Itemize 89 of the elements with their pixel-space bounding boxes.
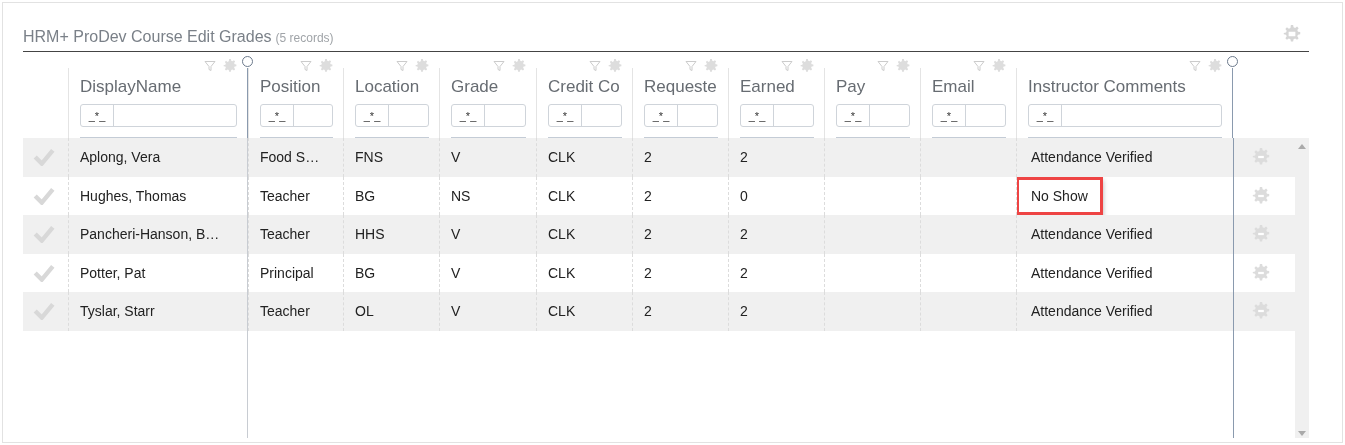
settings-icon[interactable] — [415, 59, 429, 73]
filter-field[interactable]: _*_ — [451, 104, 526, 127]
filter-icon[interactable] — [300, 60, 312, 72]
column-header[interactable]: Location — [355, 77, 420, 100]
row-select-cell[interactable] — [23, 215, 68, 254]
filter-icon[interactable] — [396, 60, 408, 72]
resize-handle[interactable] — [242, 56, 253, 67]
check-icon[interactable] — [33, 302, 55, 321]
table-cell: Tyslar, Starr — [68, 292, 248, 331]
table-cell: CLK — [536, 138, 632, 177]
scroll-up-icon[interactable] — [1298, 144, 1306, 149]
column-header[interactable]: Pay — [836, 77, 866, 100]
column-header[interactable]: Credit Co — [548, 77, 620, 100]
filter-icon[interactable] — [973, 60, 985, 72]
settings-icon[interactable] — [800, 59, 814, 73]
settings-icon[interactable] — [1208, 59, 1222, 73]
table-cell: Teacher — [248, 292, 343, 331]
filter-field[interactable]: _*_ — [260, 104, 333, 127]
filter-icon[interactable] — [589, 60, 601, 72]
column-header[interactable]: Instructor Comments — [1028, 77, 1186, 100]
comment-text: Attendance Verified — [1030, 225, 1154, 245]
settings-icon[interactable] — [896, 59, 910, 73]
settings-icon[interactable] — [1252, 302, 1270, 321]
comment-text: Attendance Verified — [1030, 148, 1154, 168]
highlighted-comment: No Show — [1017, 176, 1103, 215]
settings-icon[interactable] — [223, 59, 237, 73]
filter-field[interactable]: _*_ — [1028, 104, 1222, 127]
scroll-down-icon[interactable] — [1298, 431, 1306, 436]
table-cell: HHS — [343, 215, 439, 254]
check-icon[interactable] — [33, 225, 55, 244]
table-cell: FNS — [343, 138, 439, 177]
check-icon[interactable] — [33, 263, 55, 282]
column-header[interactable]: Position — [260, 77, 321, 100]
settings-icon[interactable] — [512, 59, 526, 73]
comment-text: Attendance Verified — [1030, 263, 1154, 283]
column-header[interactable]: Requeste — [644, 77, 717, 100]
table-cell: Potter, Pat — [68, 253, 248, 292]
check-icon[interactable] — [33, 148, 55, 167]
record-count: (5 records) — [275, 31, 334, 45]
settings-icon[interactable] — [704, 59, 718, 73]
row-select-cell[interactable] — [23, 138, 68, 177]
table-cell: 2 — [728, 138, 824, 177]
filter-icon[interactable] — [493, 60, 505, 72]
grid-title: HRM+ ProDev Course Edit Grades — [23, 28, 272, 46]
settings-icon[interactable] — [1252, 186, 1270, 205]
settings-icon[interactable] — [1252, 225, 1270, 244]
settings-icon[interactable] — [608, 59, 622, 73]
filter-icon[interactable] — [204, 60, 216, 72]
filter-field[interactable]: _*_ — [644, 104, 718, 127]
column-header[interactable]: DisplayName — [80, 77, 182, 100]
table-cell: CLK — [536, 292, 632, 331]
filter-field[interactable]: _*_ — [932, 104, 1006, 127]
row-select-cell[interactable] — [23, 292, 68, 331]
table-cell: 2 — [728, 215, 824, 254]
filter-field[interactable]: _*_ — [548, 104, 622, 127]
table-cell: Aplong, Vera — [68, 138, 248, 177]
table-cell: CLK — [536, 215, 632, 254]
filter-field[interactable]: _*_ — [355, 104, 429, 127]
filter-icon[interactable] — [877, 60, 889, 72]
table-cell: Hughes, Thomas — [68, 176, 248, 215]
table-cell: 2 — [632, 215, 728, 254]
filter-field[interactable]: _*_ — [836, 104, 910, 127]
table-cell: V — [439, 215, 536, 254]
filter-icon[interactable] — [781, 60, 793, 72]
filter-icon[interactable] — [1189, 60, 1201, 72]
filter-icon[interactable] — [685, 60, 697, 72]
settings-icon[interactable] — [1252, 148, 1270, 167]
settings-icon[interactable] — [319, 59, 333, 73]
table-cell: Pancheri-Hanson, B… — [68, 215, 248, 254]
resize-handle[interactable] — [1227, 56, 1238, 67]
settings-icon[interactable] — [1283, 25, 1301, 43]
filter-field[interactable]: _*_ — [740, 104, 814, 127]
table-cell: V — [439, 292, 536, 331]
comment-text: Attendance Verified — [1030, 302, 1154, 322]
table-cell: Food S… — [248, 138, 343, 177]
filter-field[interactable]: _*_ — [80, 104, 237, 127]
settings-icon[interactable] — [1252, 263, 1270, 282]
check-icon[interactable] — [33, 186, 55, 205]
column-header[interactable]: Earned — [740, 77, 795, 100]
settings-icon[interactable] — [992, 59, 1006, 73]
table-cell: V — [439, 138, 536, 177]
table-cell: Teacher — [248, 215, 343, 254]
table-cell: 2 — [728, 292, 824, 331]
table-cell: OL — [343, 292, 439, 331]
table-cell: 2 — [632, 138, 728, 177]
column-header[interactable]: Grade — [451, 77, 499, 100]
table-cell: 2 — [632, 292, 728, 331]
scrollbar[interactable] — [1295, 138, 1309, 438]
column-header[interactable]: Email — [932, 77, 975, 100]
